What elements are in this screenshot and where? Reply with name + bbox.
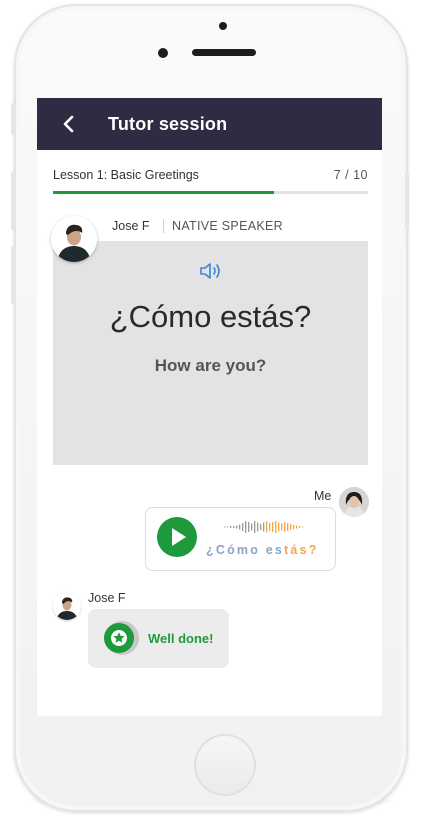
side-button-volume-down — [11, 246, 15, 304]
phrase-text: ¿Cómo estás? — [109, 299, 312, 334]
waveform-bar — [269, 523, 271, 531]
front-camera — [158, 48, 168, 58]
waveform-bar — [296, 525, 298, 529]
page-title: Tutor session — [108, 114, 228, 134]
waveform-bar — [272, 522, 274, 532]
waveform-bar — [233, 526, 235, 528]
voice-recording-bubble: ¿Cómo estás? — [145, 507, 336, 571]
tutor-name: Jose F — [112, 219, 150, 233]
waveform-bar — [293, 525, 295, 529]
waveform-bar — [275, 521, 277, 533]
tutor-avatar-small — [53, 592, 81, 620]
me-label: Me — [314, 489, 332, 503]
lesson-title: Lesson 1: Basic Greetings — [53, 168, 199, 182]
spoken-part: ¿Cómo — [206, 543, 266, 557]
spoken-part: tás? — [284, 543, 319, 557]
waveform-bar — [260, 524, 262, 530]
tutor-avatar — [51, 216, 97, 262]
reply-tutor-name: Jose F — [88, 591, 126, 605]
waveform-bar — [254, 521, 256, 533]
star-badge-icon — [104, 623, 134, 653]
waveform-bar — [224, 526, 226, 528]
feedback-message: Well done! — [148, 631, 214, 646]
waveform-bar — [284, 522, 286, 532]
user-avatar — [339, 487, 369, 517]
name-divider — [163, 219, 164, 233]
waveform-bar — [278, 522, 280, 532]
play-icon[interactable] — [157, 517, 197, 557]
feedback-bubble: Well done! — [88, 609, 229, 668]
waveform-bar — [257, 522, 259, 532]
waveform-bar — [230, 526, 232, 528]
chevron-left-icon[interactable] — [59, 112, 79, 136]
waveform-bar — [245, 521, 247, 533]
progress-bar-fill — [53, 191, 274, 194]
waveform-bar — [248, 522, 250, 532]
waveform-bar — [239, 524, 241, 530]
waveform-bar — [227, 526, 229, 528]
spoken-phrase: ¿Cómo estás? — [206, 543, 319, 557]
speaker-icon[interactable] — [197, 259, 225, 283]
side-button-mute — [11, 103, 15, 135]
phrase-translation: How are you? — [154, 356, 267, 375]
waveform-bar — [287, 523, 289, 531]
audio-waveform — [224, 521, 304, 533]
waveform-bar — [302, 526, 304, 528]
waveform-bar — [281, 523, 283, 531]
progress-counter: 7 / 10 — [333, 168, 368, 182]
waveform-bar — [242, 523, 244, 531]
top-bar: Tutor session — [37, 98, 382, 150]
app-screen: Tutor session Lesson 1: Basic Greetings … — [37, 98, 382, 716]
home-button[interactable] — [194, 734, 256, 796]
waveform-bar — [290, 524, 292, 530]
proximity-sensor — [219, 22, 227, 30]
phrase-card: ¿Cómo estás? How are you? — [53, 241, 368, 465]
waveform-bar — [299, 526, 301, 528]
waveform-bar — [236, 525, 238, 529]
side-button-volume-up — [11, 172, 15, 230]
waveform-bar — [266, 521, 268, 533]
spoken-part: es — [265, 543, 285, 557]
tutor-role: NATIVE SPEAKER — [172, 219, 283, 233]
earpiece-speaker — [192, 49, 256, 56]
progress-bar — [53, 191, 368, 194]
waveform-bar — [263, 522, 265, 532]
side-button-power — [405, 172, 409, 230]
waveform-bar — [251, 523, 253, 531]
